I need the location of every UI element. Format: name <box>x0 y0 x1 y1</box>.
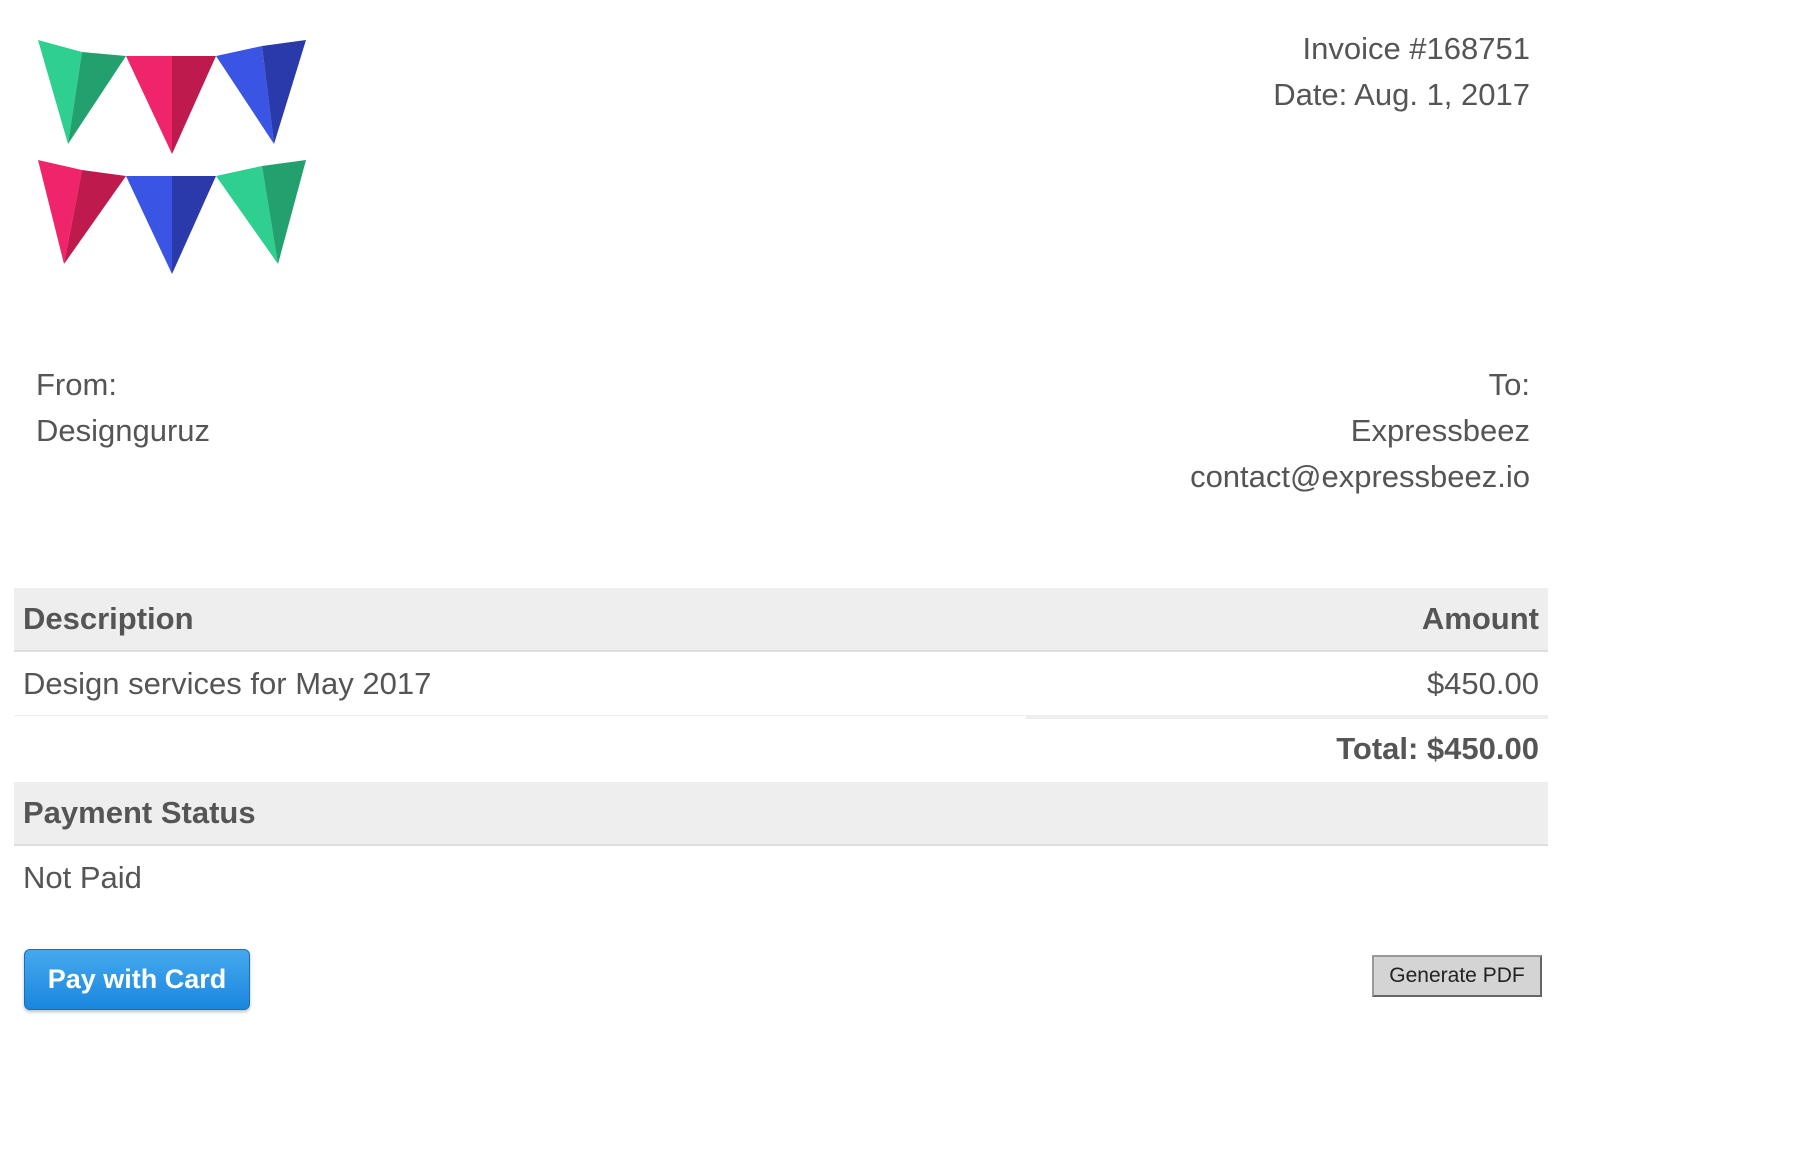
from-name: Designguruz <box>36 413 211 448</box>
item-description: Design services for May 2017 <box>23 665 432 701</box>
table-header-row: Description Amount <box>14 588 1548 652</box>
invoice-table: Description Amount Design services for M… <box>14 588 1548 910</box>
table-row: Design services for May 2017 $450.00 <box>14 652 1548 716</box>
to-label: To: <box>1488 367 1530 402</box>
invoice-meta: Invoice #168751 Date: Aug. 1, 2017 <box>1273 26 1530 118</box>
invoice-date: Date: Aug. 1, 2017 <box>1273 77 1530 112</box>
total-divider <box>1026 716 1548 719</box>
payment-status-heading: Payment Status <box>23 795 256 830</box>
pay-with-card-button[interactable]: Pay with Card <box>24 949 250 1010</box>
generate-pdf-button[interactable]: Generate PDF <box>1372 955 1542 997</box>
payment-status-value: Not Paid <box>23 860 142 895</box>
to-name: Expressbeez <box>1350 413 1530 448</box>
amount-header: Amount <box>1421 601 1539 636</box>
invoice-number: Invoice #168751 <box>1302 31 1530 66</box>
from-block: From: Designguruz <box>36 362 210 454</box>
payment-status-header: Payment Status <box>14 782 1548 846</box>
to-email: contact@expressbeez.io <box>1190 459 1530 494</box>
from-label: From: <box>36 367 117 402</box>
description-header: Description <box>23 601 194 636</box>
total-amount: Total: $450.00 <box>1336 731 1539 766</box>
bunting-logo-icon <box>38 40 306 274</box>
item-amount: $450.00 <box>1426 665 1539 701</box>
to-block: To: Expressbeez contact@expressbeez.io <box>1190 362 1530 500</box>
invoice-page: Invoice #168751 Date: Aug. 1, 2017 From:… <box>0 0 1798 1176</box>
total-row: Total: $450.00 <box>14 716 1548 782</box>
payment-status-row: Not Paid <box>14 846 1548 910</box>
